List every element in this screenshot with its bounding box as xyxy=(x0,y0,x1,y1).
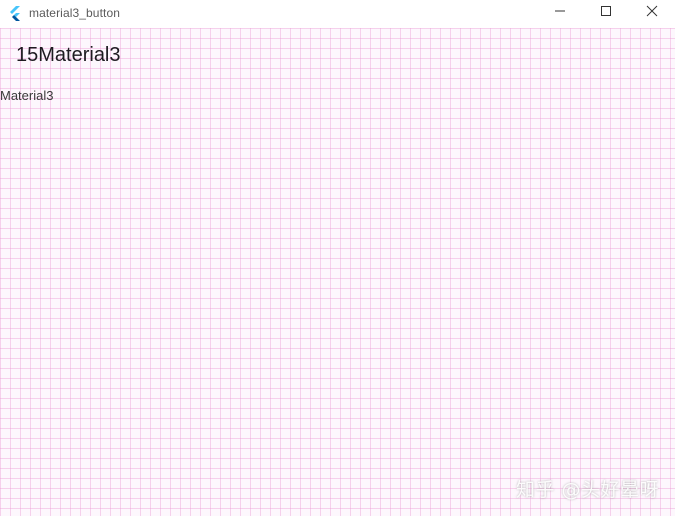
watermark-text: 知乎 @头好晕呀 xyxy=(515,479,659,501)
close-button[interactable] xyxy=(629,0,675,26)
app-content: 15Material3 Material3 知乎 @头好晕呀 xyxy=(0,28,675,516)
maximize-icon xyxy=(600,4,612,22)
window-title: material3_button xyxy=(29,6,120,20)
maximize-button[interactable] xyxy=(583,0,629,26)
minimize-button[interactable] xyxy=(537,0,583,26)
heading-text: 15Material3 xyxy=(16,44,121,66)
title-bar[interactable]: material3_button xyxy=(0,0,675,26)
close-icon xyxy=(646,4,658,22)
window-controls xyxy=(537,0,675,26)
material3-label: Material3 xyxy=(0,88,54,103)
minimize-icon xyxy=(554,4,566,22)
flutter-icon xyxy=(7,5,23,21)
app-window: material3_button 15Material3 Material3 知… xyxy=(0,0,675,516)
